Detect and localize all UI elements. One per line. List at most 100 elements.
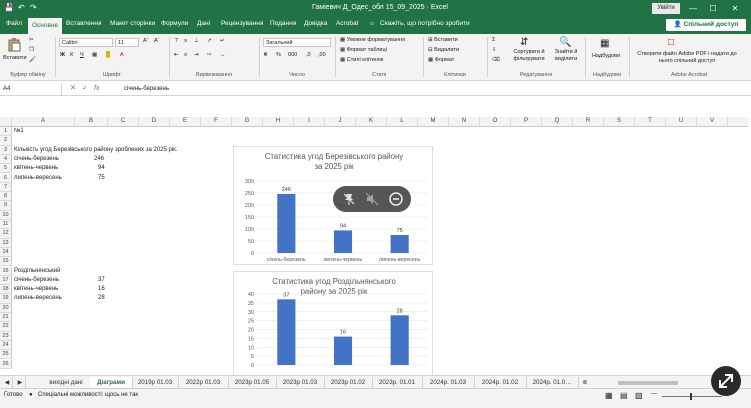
row-header[interactable]: 6 <box>0 173 12 183</box>
minus-circle-icon[interactable] <box>388 191 404 207</box>
row-header[interactable]: 24 <box>0 340 12 351</box>
add-ins-icon[interactable]: ▦ <box>600 38 609 49</box>
cancel-icon[interactable]: ✕ <box>70 83 76 95</box>
font-size-select[interactable]: 11 <box>115 38 139 47</box>
page-layout-view-icon[interactable]: ▤ <box>620 391 628 400</box>
row-header[interactable]: 5 <box>0 164 12 174</box>
sheet-tab[interactable]: 2023р. 01.01 <box>372 377 423 388</box>
zoom-slider[interactable] <box>662 396 722 397</box>
paste-icon[interactable] <box>7 38 21 52</box>
adobe-pdf-icon[interactable]: □ <box>668 37 674 48</box>
add-ins-label[interactable]: Надбудови <box>592 53 620 59</box>
align-top-icon[interactable]: ⊤ <box>174 38 179 44</box>
row-header[interactable]: 12 <box>0 229 12 239</box>
number-format-select[interactable]: Загальний <box>263 38 331 47</box>
row-header[interactable]: 3 <box>0 145 12 155</box>
insert-function-icon[interactable]: fx <box>94 83 99 95</box>
cell-a19[interactable]: липень-вересень <box>14 294 62 303</box>
find-select-label[interactable]: Знайти й виділити <box>552 49 580 63</box>
row-header[interactable]: 4 <box>0 154 12 165</box>
cell-a17[interactable]: січень-березень <box>14 276 59 285</box>
row-header[interactable]: 2 <box>0 136 12 146</box>
tell-me-search[interactable]: Скажіть, що потрібно зробити <box>380 20 470 27</box>
tab-acrobat[interactable]: Acrobat <box>336 20 358 27</box>
tab-home[interactable]: Основне <box>28 18 63 34</box>
cell-b17[interactable]: 37 <box>98 276 105 285</box>
row-header[interactable]: 9 <box>0 201 12 211</box>
chart-rozdilnianskyi[interactable]: Статистика угод Роздільнянського району … <box>233 271 433 381</box>
select-all-corner[interactable] <box>0 117 12 126</box>
row-header[interactable]: 10 <box>0 210 12 220</box>
cell-b6[interactable]: 75 <box>98 174 105 183</box>
column-header[interactable]: O <box>480 117 511 126</box>
sheet-tab[interactable]: 2019р 01.03 <box>132 377 179 388</box>
percent-icon[interactable]: % <box>276 52 281 58</box>
fill-color-icon[interactable]: █ <box>106 52 110 58</box>
row-header[interactable]: 21 <box>0 313 12 323</box>
column-header[interactable]: E <box>170 117 201 126</box>
column-header[interactable]: P <box>511 117 542 126</box>
sheet-tab[interactable]: 2024р. 01.0… <box>526 377 579 388</box>
undo-icon[interactable]: ↶ <box>18 3 25 12</box>
indent-icon[interactable]: ⇨ <box>207 52 212 58</box>
column-header[interactable]: A <box>12 117 75 126</box>
row-header[interactable]: 19 <box>0 294 12 304</box>
copy-icon[interactable]: ❐ <box>29 47 34 53</box>
cell-a1[interactable]: №1 <box>14 127 24 136</box>
mute-icon[interactable] <box>365 192 379 206</box>
share-button[interactable]: 👤 Спільний доступ <box>666 19 746 31</box>
enter-icon[interactable]: ✓ <box>82 83 88 95</box>
row-header[interactable]: 1 <box>0 127 12 137</box>
scroll-right-icon[interactable]: ▶ <box>15 377 26 388</box>
expand-button[interactable] <box>711 366 741 396</box>
close-icon[interactable]: ✕ <box>728 2 742 15</box>
row-header[interactable]: 13 <box>0 238 12 248</box>
column-header[interactable]: R <box>573 117 604 126</box>
column-header[interactable]: U <box>666 117 697 126</box>
cell-b18[interactable]: 16 <box>98 285 105 294</box>
column-header[interactable]: M <box>418 117 449 126</box>
orientation-icon[interactable]: ↗ <box>207 38 212 44</box>
sheet-tab[interactable]: 2023р 01.02 <box>324 377 373 388</box>
conditional-formatting-button[interactable]: ▦ Умовне форматування <box>340 37 405 43</box>
cell-a16[interactable]: Роздільнянський <box>14 267 60 276</box>
tab-page-layout[interactable]: Макет сторінки <box>110 20 155 27</box>
sheet-tab[interactable]: 2023р 01.05 <box>228 377 277 388</box>
bold-icon[interactable]: Ж <box>60 52 65 58</box>
sheet-tab[interactable]: 2023р 01.03 <box>276 377 325 388</box>
fill-icon[interactable]: ⇩ <box>492 47 497 53</box>
row-header[interactable]: 20 <box>0 303 12 313</box>
column-header[interactable]: N <box>449 117 480 126</box>
merge-center-icon[interactable]: ↔ <box>220 52 226 58</box>
grow-font-icon[interactable]: Aˆ <box>143 38 149 44</box>
autosum-icon[interactable]: Σ <box>492 37 495 43</box>
column-header[interactable]: H <box>263 117 294 126</box>
accessibility-icon[interactable]: ● <box>29 392 33 398</box>
cell-a6[interactable]: липень-вересень <box>14 174 62 183</box>
clear-icon[interactable]: ⌫ <box>492 57 500 63</box>
italic-icon[interactable]: К <box>70 52 73 58</box>
wrap-text-icon[interactable]: ↵ <box>220 38 225 44</box>
accessibility-status[interactable]: Спеціальні можливості: щось не так <box>38 392 138 398</box>
align-left-icon[interactable]: ⇤ <box>174 52 179 58</box>
sign-in-button[interactable]: Увійти <box>652 3 680 14</box>
column-header[interactable]: K <box>356 117 387 126</box>
shrink-font-icon[interactable]: Aˇ <box>154 38 160 44</box>
cell-a18[interactable]: квітень-червень <box>14 285 58 294</box>
column-header[interactable]: B <box>75 117 108 126</box>
column-header[interactable]: I <box>294 117 325 126</box>
row-header[interactable]: 17 <box>0 275 12 286</box>
tab-review[interactable]: Рецензування <box>221 20 263 27</box>
row-header[interactable]: 11 <box>0 220 12 230</box>
save-icon[interactable]: 💾 <box>4 3 14 12</box>
page-break-view-icon[interactable]: ▧ <box>635 391 643 400</box>
row-header[interactable]: 16 <box>0 266 12 276</box>
row-header[interactable]: 15 <box>0 257 12 267</box>
sheet-tab[interactable]: 2022р 01.03 <box>178 377 229 388</box>
cut-icon[interactable]: ✂ <box>29 37 34 43</box>
font-color-icon[interactable]: A <box>120 52 124 58</box>
tab-data[interactable]: Дані <box>197 20 210 27</box>
tab-file[interactable]: Файл <box>6 20 22 27</box>
column-header[interactable]: L <box>387 117 418 126</box>
column-header[interactable]: V <box>697 117 728 126</box>
